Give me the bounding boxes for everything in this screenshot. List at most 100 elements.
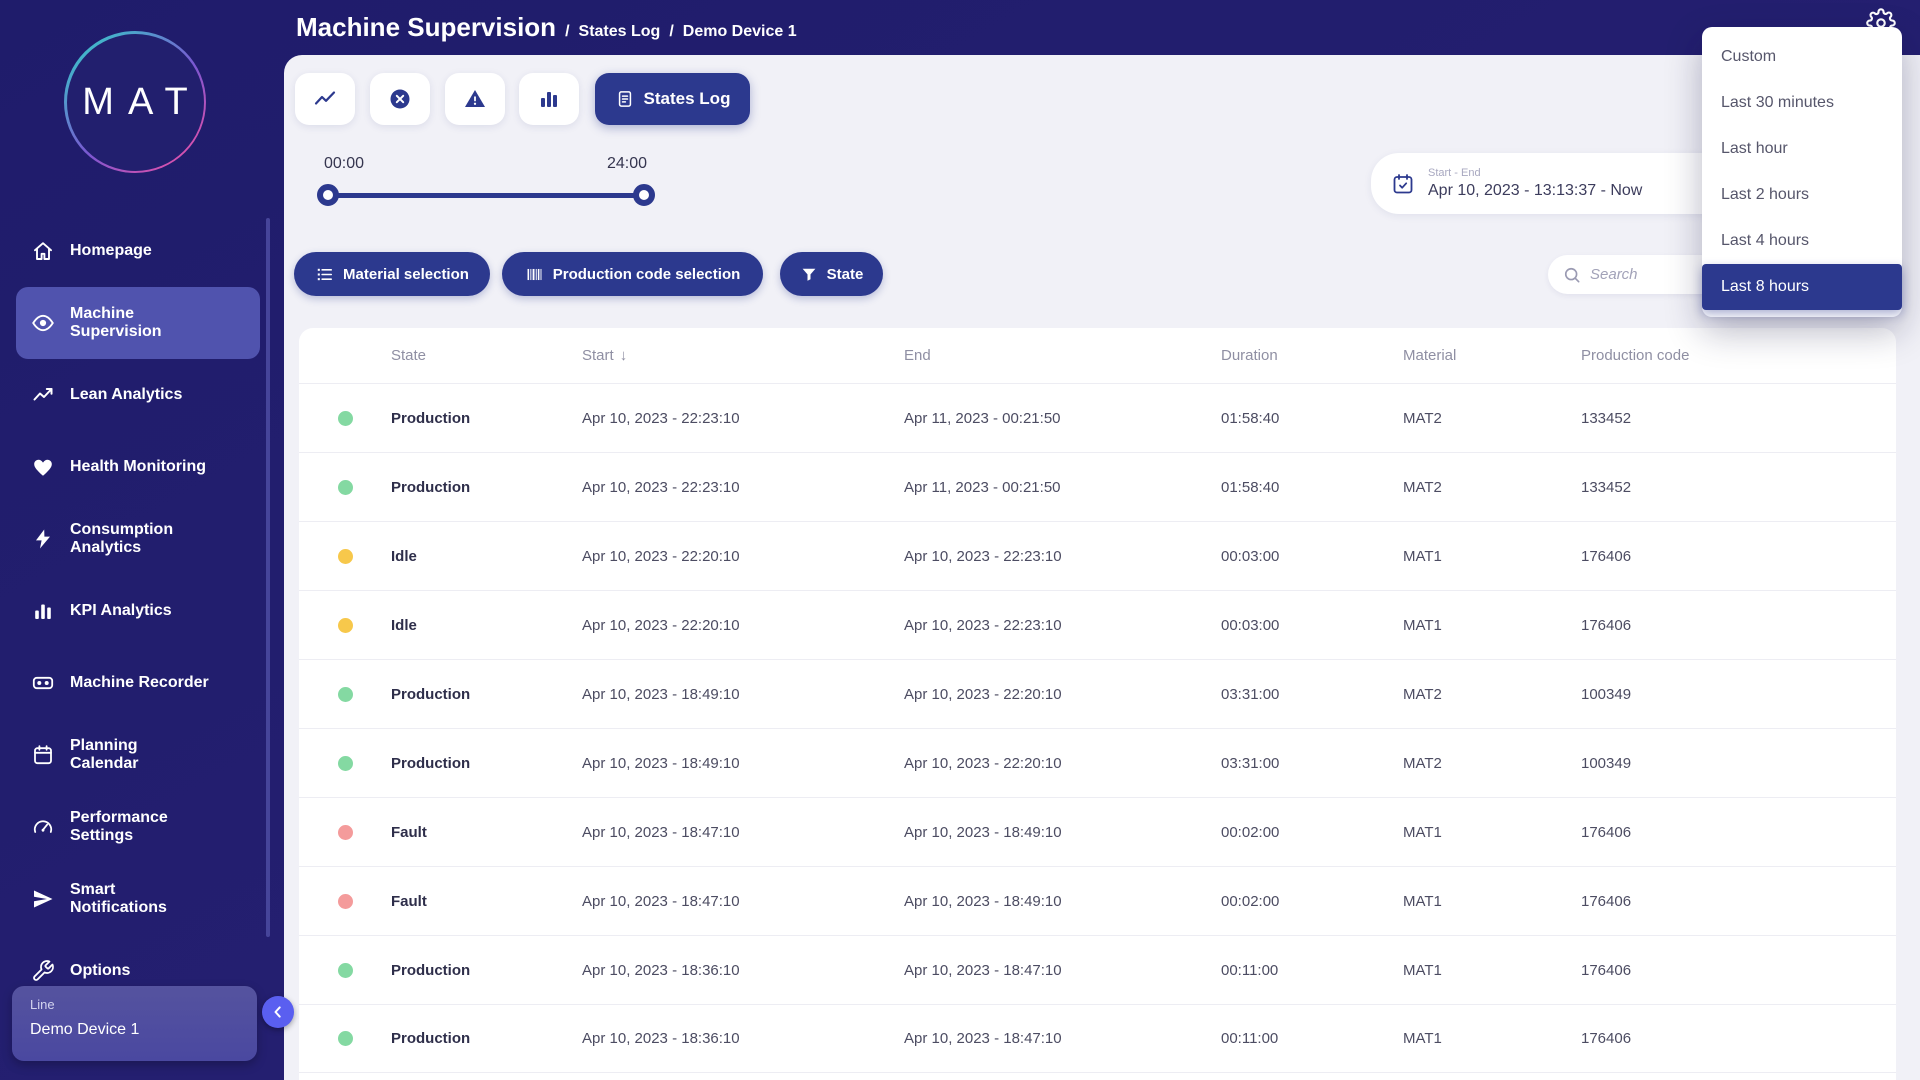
- sidebar-scrollbar[interactable]: [266, 218, 270, 937]
- cell-duration: 01:58:40: [1221, 410, 1403, 427]
- table-row[interactable]: Production Apr 10, 2023 - 18:49:10 Apr 1…: [299, 659, 1896, 728]
- cell-production-code: 176406: [1581, 824, 1896, 841]
- sidebar-nav: Homepage Machine Supervision Lean Analyt…: [0, 215, 282, 1007]
- time-menu-item-custom[interactable]: Custom: [1702, 34, 1902, 80]
- cell-start: Apr 10, 2023 - 18:36:10: [582, 1030, 904, 1047]
- device-card[interactable]: Line Demo Device 1: [12, 986, 257, 1061]
- time-range-menu: Custom Last 30 minutes Last hour Last 2 …: [1702, 27, 1902, 317]
- date-range-picker[interactable]: Start - End Apr 10, 2023 - 13:13:37 - No…: [1371, 153, 1745, 214]
- sidebar-item-label: Health Monitoring: [70, 458, 206, 476]
- time-menu-item-last-2-hours[interactable]: Last 2 hours: [1702, 172, 1902, 218]
- sidebar-item-machine-recorder[interactable]: Machine Recorder: [16, 647, 260, 719]
- table-row[interactable]: Production Apr 10, 2023 - 22:23:10 Apr 1…: [299, 383, 1896, 452]
- state-filter-button[interactable]: State: [780, 252, 883, 296]
- home-icon: [31, 239, 55, 263]
- cell-production-code: 176406: [1581, 893, 1896, 910]
- eye-icon: [31, 311, 55, 335]
- view-trend-button[interactable]: [295, 73, 355, 125]
- sidebar-item-label: Options: [70, 962, 130, 980]
- state-dot: [338, 1031, 353, 1046]
- cell-end: Apr 11, 2023 - 00:21:50: [904, 479, 1221, 496]
- sidebar-item-kpi-analytics[interactable]: KPI Analytics: [16, 575, 260, 647]
- gauge-icon: [31, 815, 55, 839]
- sort-desc-icon[interactable]: ↓: [620, 347, 628, 364]
- state-filter-label: State: [827, 266, 864, 283]
- state-dot: [338, 618, 353, 633]
- column-state[interactable]: State: [391, 347, 582, 364]
- calendar-check-icon: [1391, 172, 1415, 196]
- table-row[interactable]: Fault Apr 10, 2023 - 18:47:10 Apr 10, 20…: [299, 797, 1896, 866]
- table-row[interactable]: Idle Apr 10, 2023 - 22:20:10 Apr 10, 202…: [299, 590, 1896, 659]
- sidebar-item-smart-notifications[interactable]: Smart Notifications: [16, 863, 260, 935]
- table-row[interactable]: Production Apr 10, 2023 - 22:23:10 Apr 1…: [299, 452, 1896, 521]
- cell-end: Apr 10, 2023 - 18:47:10: [904, 1030, 1221, 1047]
- time-slider-handle-end[interactable]: [633, 184, 655, 206]
- cell-state: Production: [391, 479, 582, 496]
- sidebar-item-lean-analytics[interactable]: Lean Analytics: [16, 359, 260, 431]
- sidebar-item-label: Machine Supervision: [70, 305, 162, 342]
- cell-material: MAT1: [1403, 617, 1581, 634]
- sidebar-item-health-monitoring[interactable]: Health Monitoring: [16, 431, 260, 503]
- sidebar-item-label: Consumption Analytics: [70, 521, 173, 558]
- cell-state: Production: [391, 410, 582, 427]
- column-material[interactable]: Material: [1403, 347, 1581, 364]
- production-code-selection-button[interactable]: Production code selection: [502, 252, 763, 296]
- material-selection-button[interactable]: Material selection: [294, 252, 490, 296]
- table-header: State Start↓ End Duration Material Produ…: [299, 328, 1896, 383]
- time-slider-track[interactable]: [328, 193, 644, 198]
- table-row[interactable]: Production Apr 10, 2023 - 18:49:10 Apr 1…: [299, 728, 1896, 797]
- cell-duration: 01:58:40: [1221, 479, 1403, 496]
- sidebar-item-consumption-analytics[interactable]: Consumption Analytics: [16, 503, 260, 575]
- date-range-value: Apr 10, 2023 - 13:13:37 - Now: [1428, 182, 1688, 200]
- cell-duration: 00:11:00: [1221, 962, 1403, 979]
- sidebar-item-label: Homepage: [70, 242, 152, 260]
- breadcrumb-states-log[interactable]: States Log: [579, 23, 661, 41]
- sidebar-item-label: Machine Recorder: [70, 674, 209, 692]
- cell-production-code: 176406: [1581, 617, 1896, 634]
- heart-icon: [31, 455, 55, 479]
- table-row[interactable]: Fault Apr 10, 2023 - 18:47:10 Apr 10, 20…: [299, 866, 1896, 935]
- sidebar-item-label: KPI Analytics: [70, 602, 172, 620]
- sidebar-item-machine-supervision[interactable]: Machine Supervision: [16, 287, 260, 359]
- sidebar-collapse-button[interactable]: [262, 996, 294, 1028]
- time-menu-item-last-4-hours[interactable]: Last 4 hours: [1702, 218, 1902, 264]
- view-alarms-button[interactable]: [445, 73, 505, 125]
- cell-material: MAT1: [1403, 893, 1581, 910]
- column-end[interactable]: End: [904, 347, 1221, 364]
- time-menu-item-last-30-minutes[interactable]: Last 30 minutes: [1702, 80, 1902, 126]
- cell-end: Apr 10, 2023 - 18:49:10: [904, 893, 1221, 910]
- sidebar-item-label: Lean Analytics: [70, 386, 182, 404]
- cell-duration: 00:02:00: [1221, 824, 1403, 841]
- cell-duration: 03:31:00: [1221, 686, 1403, 703]
- cell-start: Apr 10, 2023 - 22:20:10: [582, 617, 904, 634]
- breadcrumb-separator: /: [669, 23, 673, 41]
- table-row[interactable]: Idle Apr 10, 2023 - 22:20:10 Apr 10, 202…: [299, 521, 1896, 590]
- column-duration[interactable]: Duration: [1221, 347, 1403, 364]
- sidebar: MAT Homepage Machine Supervision Lean An…: [0, 0, 282, 1080]
- view-histogram-button[interactable]: [519, 73, 579, 125]
- table-row[interactable]: Production Apr 10, 2023 - 18:36:10 Apr 1…: [299, 1004, 1896, 1073]
- bar-chart-icon: [31, 599, 55, 623]
- sidebar-item-planning-calendar[interactable]: Planning Calendar: [16, 719, 260, 791]
- column-start[interactable]: Start↓: [582, 347, 904, 364]
- cell-duration: 03:31:00: [1221, 755, 1403, 772]
- tab-states-log[interactable]: States Log: [595, 73, 750, 125]
- state-dot: [338, 411, 353, 426]
- time-menu-item-last-8-hours[interactable]: Last 8 hours: [1702, 264, 1902, 310]
- sidebar-item-homepage[interactable]: Homepage: [16, 215, 260, 287]
- view-stops-button[interactable]: [370, 73, 430, 125]
- cell-end: Apr 11, 2023 - 00:21:50: [904, 410, 1221, 427]
- device-name: Demo Device 1: [30, 1021, 239, 1039]
- cell-start: Apr 10, 2023 - 22:23:10: [582, 410, 904, 427]
- time-menu-item-last-hour[interactable]: Last hour: [1702, 126, 1902, 172]
- cell-start: Apr 10, 2023 - 22:23:10: [582, 479, 904, 496]
- time-slider-handle-start[interactable]: [317, 184, 339, 206]
- sidebar-item-performance-settings[interactable]: Performance Settings: [16, 791, 260, 863]
- breadcrumb-device[interactable]: Demo Device 1: [683, 23, 797, 41]
- column-production-code[interactable]: Production code: [1581, 347, 1896, 364]
- cell-production-code: 176406: [1581, 1030, 1896, 1047]
- slider-end-label: 24:00: [592, 155, 662, 173]
- cell-start: Apr 10, 2023 - 18:47:10: [582, 893, 904, 910]
- material-list-icon: [315, 265, 334, 284]
- table-row[interactable]: Production Apr 10, 2023 - 18:36:10 Apr 1…: [299, 935, 1896, 1004]
